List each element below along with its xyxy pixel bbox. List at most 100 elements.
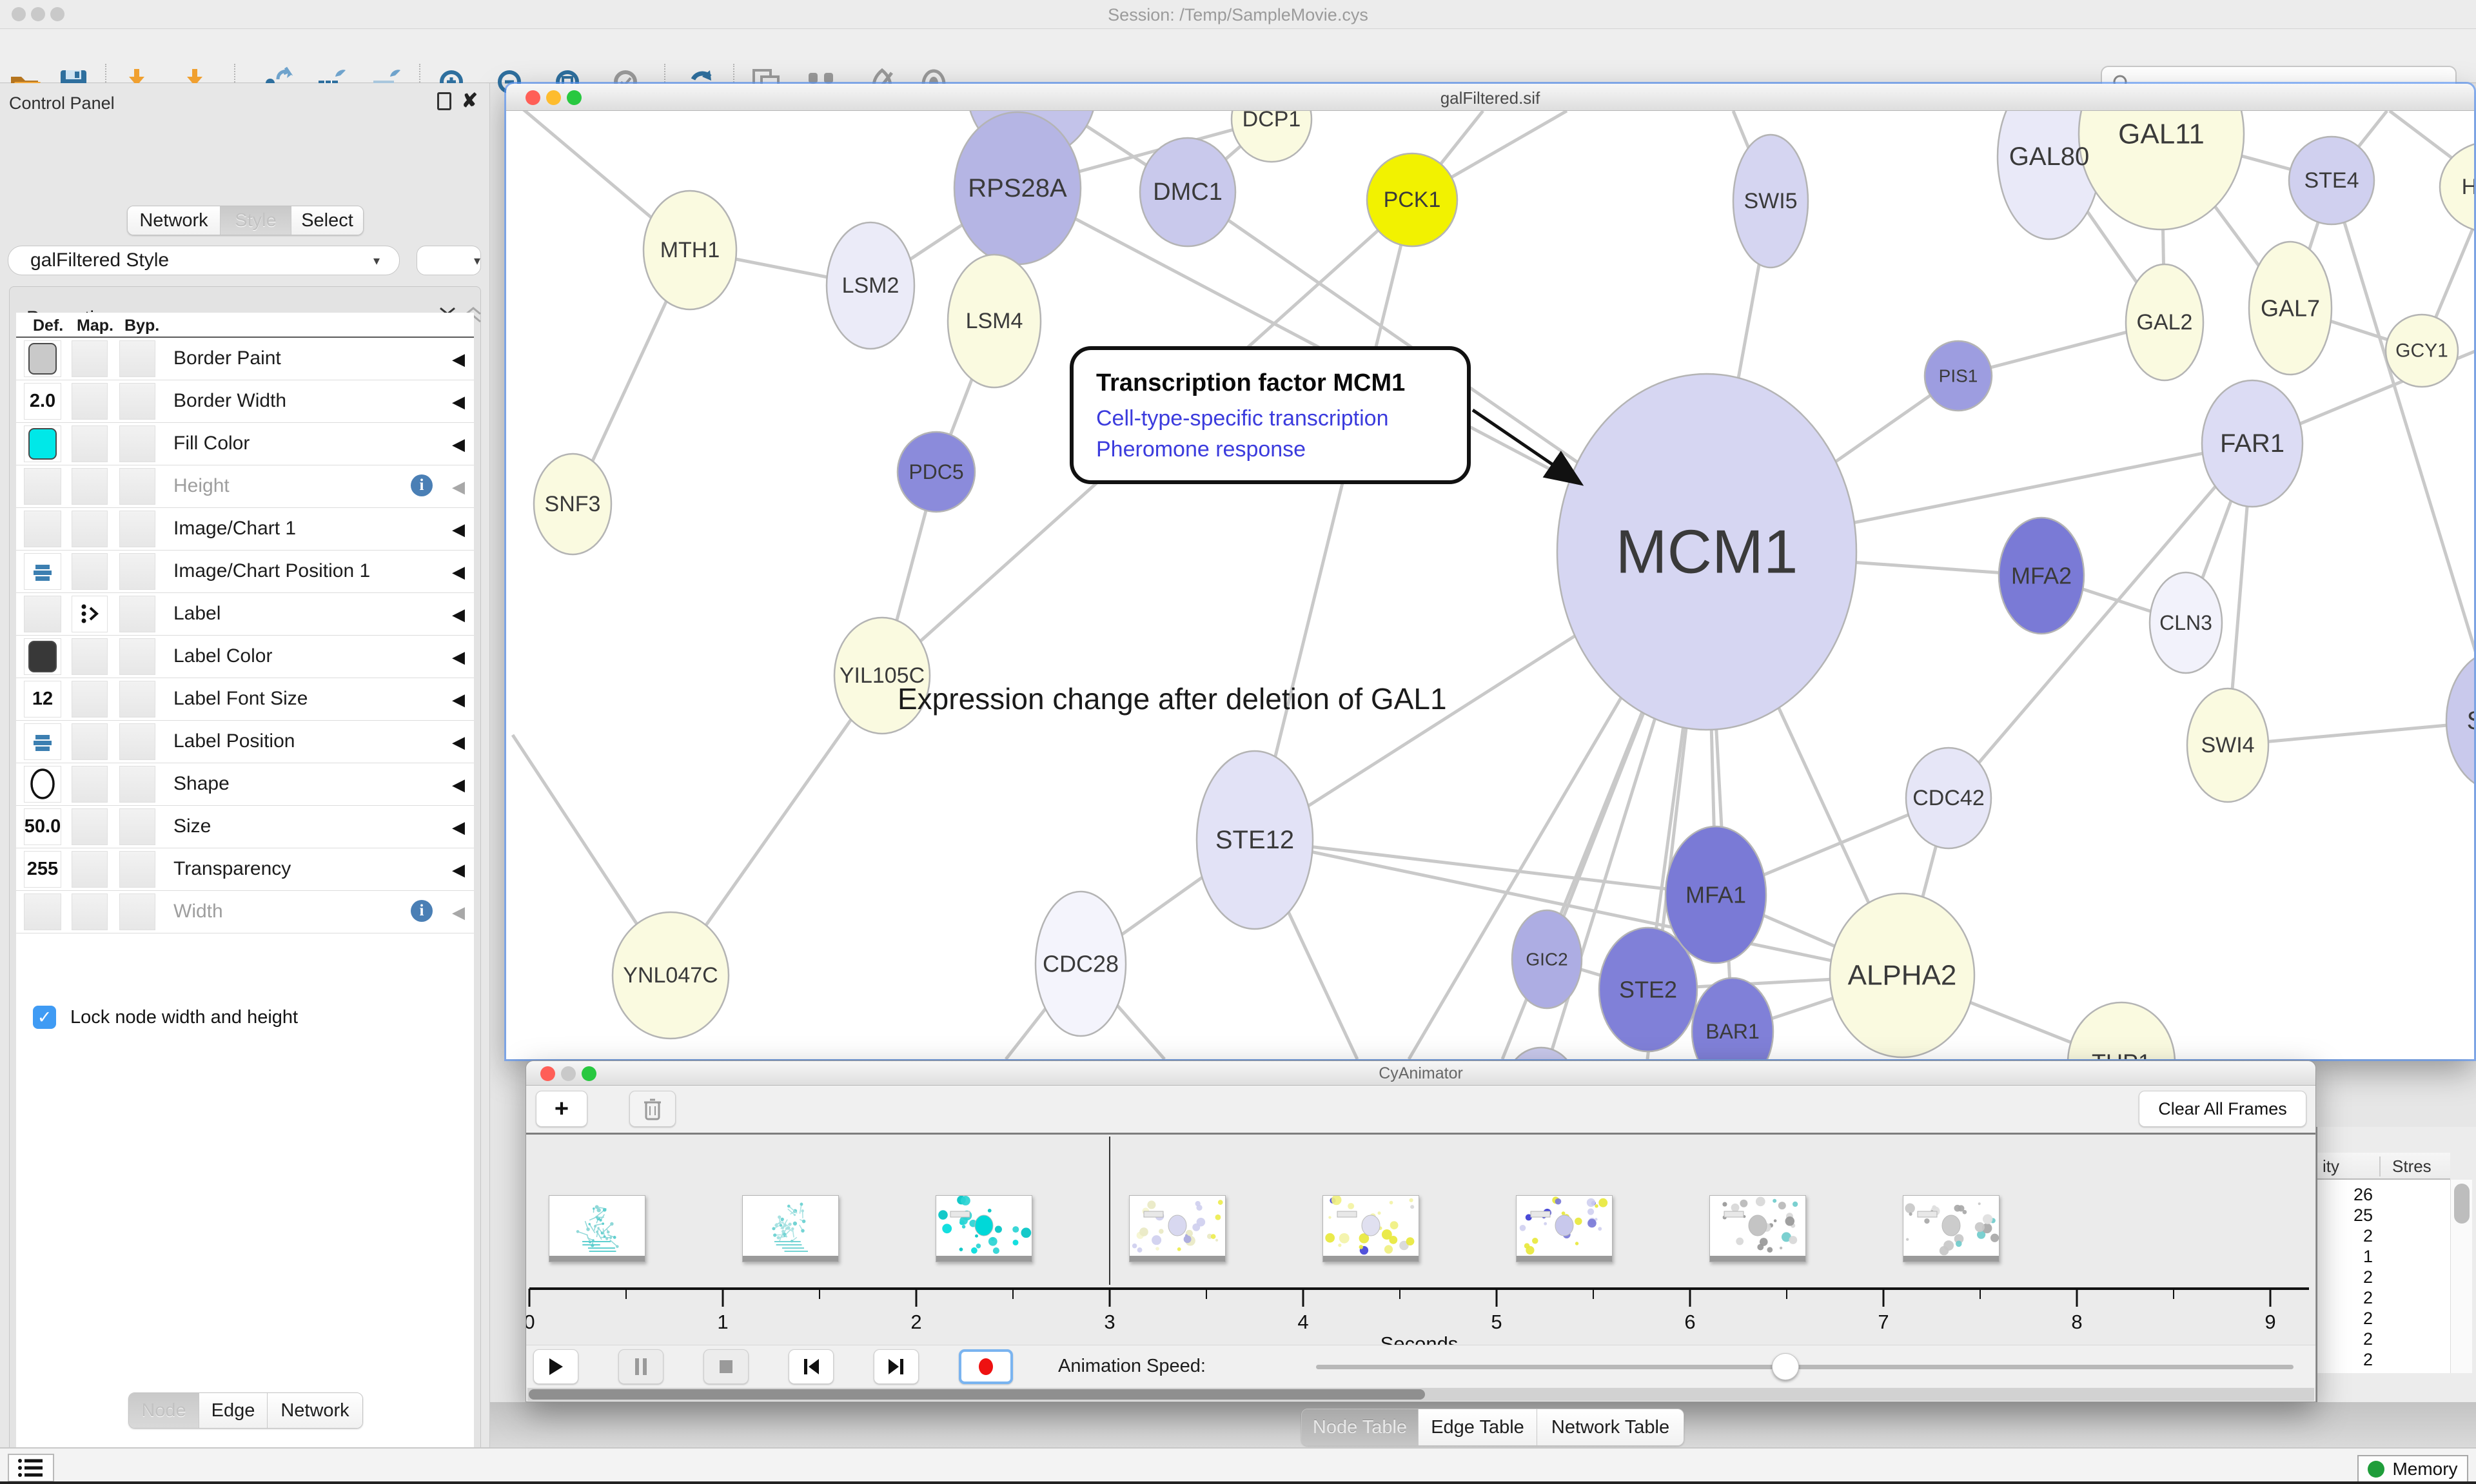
annotation-link[interactable]: Cell-type-specific transcription	[1096, 406, 1389, 431]
mapping-cell[interactable]	[72, 511, 108, 547]
table-value[interactable]: 25	[2323, 1206, 2373, 1225]
expand-arrow-icon[interactable]: ◀	[452, 392, 465, 412]
annotation-link[interactable]: Pheromone response	[1096, 437, 1306, 462]
bypass-cell[interactable]	[119, 553, 155, 590]
frame-thumbnail-5[interactable]	[1516, 1195, 1613, 1262]
mapping-cell[interactable]	[72, 383, 108, 420]
expand-arrow-icon[interactable]: ◀	[452, 434, 465, 454]
tab-network[interactable]: Network	[267, 1393, 362, 1428]
skip-to-start-button[interactable]	[789, 1349, 834, 1384]
tab-network-table[interactable]: Network Table	[1537, 1409, 1684, 1445]
expand-arrow-icon[interactable]: ◀	[452, 860, 465, 880]
mapping-cell[interactable]	[72, 596, 108, 632]
default-value-cell[interactable]	[24, 340, 61, 377]
tab-node[interactable]: Node	[129, 1393, 199, 1428]
tab-node-table[interactable]: Node Table	[1302, 1409, 1418, 1445]
animation-speed-slider[interactable]	[1316, 1365, 2294, 1369]
info-icon[interactable]: i	[411, 474, 433, 496]
expand-arrow-icon[interactable]: ◀	[452, 605, 465, 625]
bypass-cell[interactable]	[119, 681, 155, 718]
default-value-cell[interactable]	[24, 638, 61, 675]
tab-style[interactable]: Style	[220, 206, 291, 235]
frame-thumbnail-0[interactable]	[549, 1195, 645, 1262]
column-ity[interactable]: ity	[2323, 1157, 2339, 1176]
table-value[interactable]: 1	[2323, 1247, 2373, 1267]
frame-thumbnail-6[interactable]	[1709, 1195, 1806, 1262]
default-value-cell[interactable]: 12	[24, 681, 61, 718]
style-selector-dropdown[interactable]: galFiltered Style ▾	[8, 246, 400, 275]
table-value[interactable]: 2	[2323, 1309, 2373, 1329]
default-value-cell[interactable]	[24, 553, 61, 590]
network-window-titlebar[interactable]: galFiltered.sif	[506, 84, 2474, 111]
record-button[interactable]	[959, 1349, 1013, 1384]
table-value[interactable]: 2	[2323, 1267, 2373, 1287]
bypass-cell[interactable]	[119, 383, 155, 420]
bypass-cell[interactable]	[119, 638, 155, 675]
frame-thumbnail-7[interactable]	[1903, 1195, 1999, 1262]
expand-arrow-icon[interactable]: ◀	[452, 647, 465, 667]
play-button[interactable]	[533, 1349, 578, 1384]
node-table-scrollbar[interactable]	[2450, 1180, 2472, 1373]
default-value-cell[interactable]	[24, 425, 61, 462]
bypass-cell[interactable]	[119, 893, 155, 930]
add-frame-button[interactable]: +	[536, 1091, 587, 1127]
frame-thumbnail-3[interactable]	[1129, 1195, 1226, 1262]
bypass-cell[interactable]	[119, 340, 155, 377]
memory-button[interactable]: Memory	[2357, 1455, 2468, 1483]
info-icon[interactable]: i	[411, 900, 433, 922]
animation-speed-thumb[interactable]	[1772, 1353, 1799, 1380]
bypass-cell[interactable]	[119, 808, 155, 845]
tab-network[interactable]: Network	[128, 206, 220, 235]
expand-arrow-icon[interactable]: ◀	[452, 817, 465, 837]
bypass-cell[interactable]	[119, 511, 155, 547]
show-panels-button[interactable]	[8, 1454, 54, 1482]
default-value-cell[interactable]	[24, 511, 61, 547]
mapping-cell[interactable]	[72, 340, 108, 377]
expand-arrow-icon[interactable]: ◀	[452, 477, 465, 497]
cyanimator-titlebar[interactable]: CyAnimator	[526, 1061, 2315, 1086]
float-panel-icon[interactable]	[437, 92, 451, 110]
table-value[interactable]: 26	[2323, 1185, 2373, 1205]
network-node-partial[interactable]	[1506, 1048, 1576, 1059]
mapping-cell[interactable]	[72, 425, 108, 462]
lock-size-checkbox[interactable]: ✓	[33, 1006, 56, 1029]
default-value-cell[interactable]	[24, 766, 61, 803]
default-value-cell[interactable]: 255	[24, 851, 61, 888]
mapping-cell[interactable]	[72, 638, 108, 675]
skip-to-end-button[interactable]	[874, 1349, 919, 1384]
mapping-cell[interactable]	[72, 553, 108, 590]
mapping-cell[interactable]	[72, 468, 108, 505]
mapping-cell[interactable]	[72, 681, 108, 718]
frame-thumbnail-2[interactable]	[936, 1195, 1032, 1262]
expand-arrow-icon[interactable]: ◀	[452, 775, 465, 795]
tab-edge-table[interactable]: Edge Table	[1418, 1409, 1537, 1445]
bypass-cell[interactable]	[119, 596, 155, 632]
mapping-cell[interactable]	[72, 808, 108, 845]
expand-arrow-icon[interactable]: ◀	[452, 520, 465, 540]
table-value[interactable]: 2	[2323, 1226, 2373, 1246]
tab-select[interactable]: Select	[291, 206, 363, 235]
expand-arrow-icon[interactable]: ◀	[452, 349, 465, 369]
expand-arrow-icon[interactable]: ◀	[452, 562, 465, 582]
tab-edge[interactable]: Edge	[199, 1393, 267, 1428]
bypass-cell[interactable]	[119, 723, 155, 760]
table-value[interactable]: 2	[2323, 1350, 2373, 1370]
bypass-cell[interactable]	[119, 425, 155, 462]
default-value-cell[interactable]	[24, 723, 61, 760]
default-value-cell[interactable]	[24, 893, 61, 930]
frame-thumbnail-1[interactable]	[742, 1195, 839, 1262]
expand-arrow-icon[interactable]: ◀	[452, 690, 465, 710]
default-value-cell[interactable]	[24, 468, 61, 505]
pause-button[interactable]	[618, 1349, 663, 1384]
close-panel-icon[interactable]: ✘	[462, 92, 478, 110]
table-value[interactable]: 2	[2323, 1329, 2373, 1349]
network-canvas[interactable]: DCP1RPS28ADMC1PCK1MTH1LSM2LSM4SWI5GAL80G…	[506, 111, 2474, 1059]
delete-frame-button[interactable]	[629, 1091, 676, 1127]
style-options-dropdown[interactable]: ▾	[417, 246, 481, 275]
timeline-scrollbar[interactable]	[527, 1388, 2314, 1401]
default-value-cell[interactable]	[24, 596, 61, 632]
bypass-cell[interactable]	[119, 851, 155, 888]
mapping-cell[interactable]	[72, 723, 108, 760]
column-stress[interactable]: Stres	[2379, 1157, 2432, 1176]
clear-all-frames-button[interactable]: Clear All Frames	[2139, 1091, 2306, 1127]
